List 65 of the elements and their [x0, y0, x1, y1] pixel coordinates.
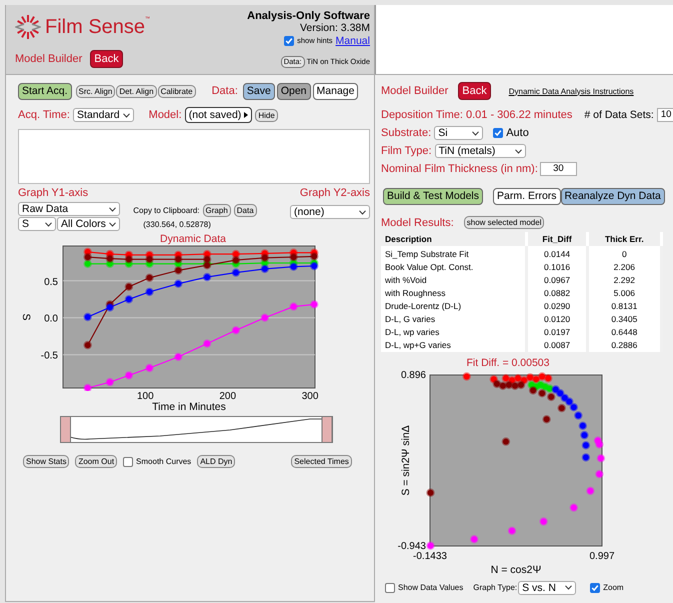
axis-title: S = sin2Ψ sinΔ: [400, 424, 412, 496]
table-cell: 0.0290: [526, 300, 588, 312]
field-label: Model:: [148, 109, 182, 121]
table-cell: D-L, wp varies: [381, 326, 527, 338]
checkbox-label: Show Data Values: [398, 583, 464, 592]
axis-tick-label: -0.943: [398, 540, 426, 552]
axis-title: Time in Minutes: [152, 401, 226, 412]
section-label: Model Results:: [381, 216, 454, 228]
clipboard-label: Copy to Clipboard:: [133, 206, 200, 215]
axis-title: S: [20, 314, 32, 320]
field-label: Substrate:: [381, 127, 432, 139]
section-label: Model Builder: [381, 85, 448, 97]
table-cell: 0.8131: [587, 300, 662, 312]
axis-tick-label: 0.0: [44, 314, 58, 325]
table-cell: 0.6448: [587, 326, 662, 338]
section-label: Model Builder: [15, 53, 82, 65]
column-header: Fit_Diff: [526, 232, 588, 246]
table-cell: Drude-Lorentz (D-L): [381, 300, 527, 312]
column-header: Description: [381, 232, 527, 246]
table-cell: with %Void: [381, 274, 527, 286]
chart-title: Dynamic Data: [160, 233, 226, 245]
table-cell: D-L, wp+G varies: [381, 338, 527, 352]
table-cell: 5.006: [587, 286, 662, 300]
table-cell: 0.0120: [526, 312, 588, 326]
data-label: Data:: [212, 85, 238, 97]
field-label: Graph Type:: [473, 583, 518, 592]
axis-tick-label: 0.997: [589, 550, 615, 562]
chart-title: Fit Diff. = 0.00503: [466, 356, 550, 368]
field-label: Film Type:: [381, 145, 432, 157]
axis-tick-label: -0.5: [40, 350, 58, 362]
table-cell: 0.1016: [526, 260, 588, 274]
checkbox-label: Zoom: [603, 583, 624, 592]
table-cell: 2.206: [587, 260, 662, 274]
axis-tick-label: 300: [302, 391, 318, 402]
axis-tick-label: 100: [137, 391, 154, 402]
field-label: Nominal Film Thickness (in nm):: [381, 163, 538, 175]
product-title: Analysis-Only Software: [247, 10, 370, 22]
table-cell: with Roughness: [381, 286, 527, 300]
table-cell: 0.2886: [587, 338, 662, 352]
table-cell: 0.0087: [526, 338, 588, 352]
table-cell: 0: [587, 246, 662, 260]
table-cell: 0.3405: [587, 312, 662, 326]
column-header: Thick Err.: [587, 232, 662, 246]
table-cell: 0.0967: [526, 274, 588, 286]
table-cell: 0.0882: [526, 286, 588, 300]
version-label: Version: 3.38M: [300, 22, 370, 34]
cursor-readout: (330.564, 0.52878): [143, 220, 211, 229]
field-label: Acq. Time:: [18, 109, 70, 121]
axis-label: Graph Y2-axis: [300, 187, 370, 199]
table-cell: Si_Temp Substrate Fit: [381, 246, 527, 260]
axis-label: Graph Y1-axis: [18, 187, 88, 199]
axis-tick-label: 0.896: [400, 370, 426, 380]
checkbox-label: Auto: [506, 127, 529, 139]
table-cell: 0.0197: [526, 326, 588, 338]
field-label: # of Data Sets:: [584, 109, 654, 121]
axis-tick-label: 0.5: [44, 276, 58, 288]
table-cell: 2.292: [587, 274, 662, 286]
axis-tick-label: 200: [219, 391, 236, 402]
table-cell: Book Value Opt. Const.: [381, 260, 527, 274]
axis-tick-label: -0.1433: [413, 550, 447, 562]
table-cell: 0.0144: [526, 246, 588, 260]
checkbox-label: Smooth Curves: [136, 457, 192, 466]
axis-title: N = cos2Ψ: [490, 564, 542, 576]
deposition-time: Deposition Time: 0.01 - 306.22 minutes: [381, 109, 572, 121]
table-cell: D-L, G varies: [381, 312, 527, 326]
